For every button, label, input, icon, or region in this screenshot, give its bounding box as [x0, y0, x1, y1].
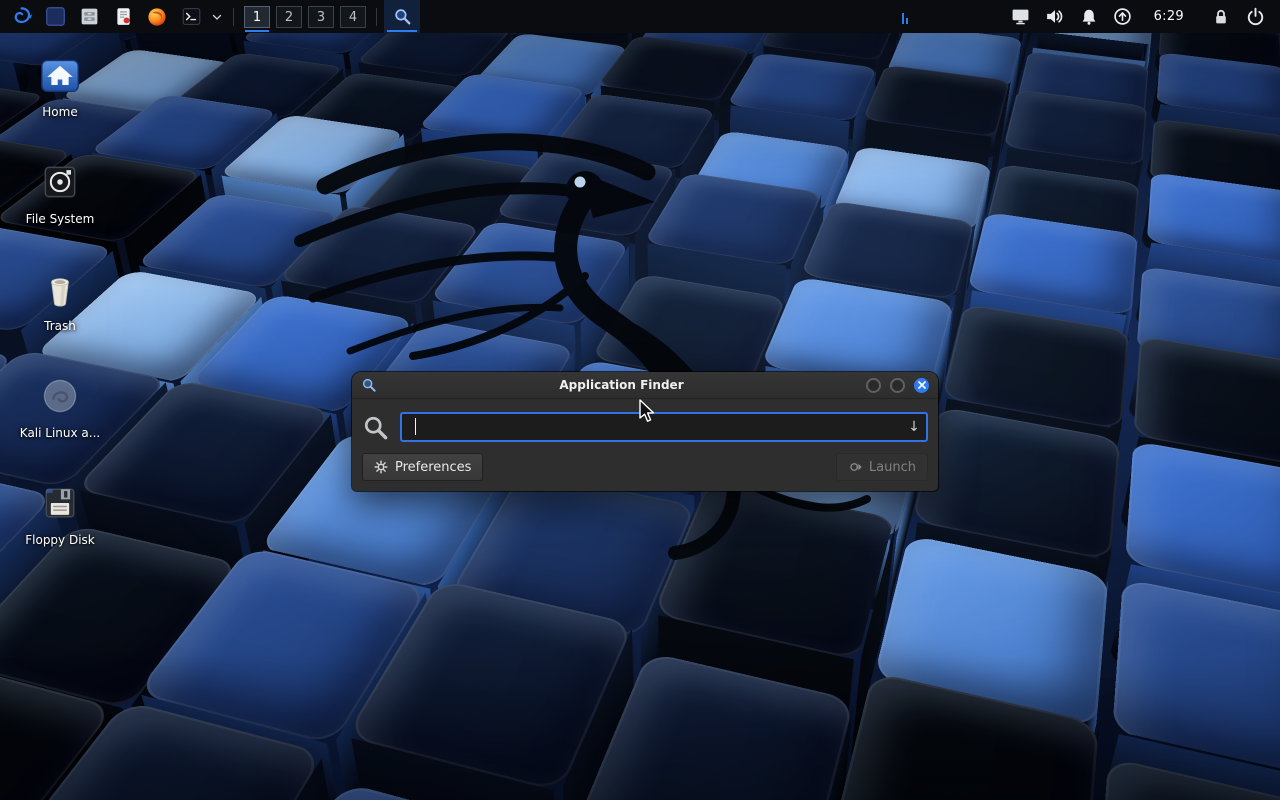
kali-menu-button[interactable] — [4, 0, 38, 33]
launcher-text-editor[interactable] — [106, 0, 140, 33]
desktop-icon-kali-linux[interactable]: Kali Linux a... — [12, 373, 108, 471]
update-arrow-icon — [1113, 7, 1132, 26]
terminal-icon — [181, 6, 202, 27]
workspace-3[interactable]: 3 — [305, 0, 337, 33]
updates-tray-icon[interactable] — [1106, 0, 1140, 33]
hard-disk-icon — [37, 159, 83, 205]
workspace-2-label: 2 — [276, 6, 302, 28]
text-editor-icon — [113, 6, 134, 27]
kali-logo-icon — [9, 4, 34, 29]
workspace-3-label: 3 — [308, 6, 334, 28]
launch-button[interactable]: Launch — [836, 453, 928, 481]
desktop-icon-label: File System — [26, 212, 95, 226]
pinned-app-icon — [45, 6, 66, 27]
desktop-icon-label: Home — [42, 105, 77, 119]
bell-icon — [1080, 8, 1098, 26]
desktop-icon-label: Floppy Disk — [25, 533, 95, 547]
logout-button[interactable] — [1238, 7, 1272, 26]
system-load-graph[interactable] — [902, 10, 908, 24]
launcher-file-manager[interactable] — [72, 0, 106, 33]
display-settings-tray-icon[interactable] — [1004, 0, 1038, 33]
window-titlebar[interactable]: Application Finder — [352, 372, 938, 399]
desktop-icon-floppy-disk[interactable]: Floppy Disk — [12, 480, 108, 578]
wallpaper-cube — [1113, 578, 1280, 787]
preferences-label: Preferences — [395, 460, 471, 475]
clock[interactable]: 6:29 — [1140, 9, 1198, 24]
close-button[interactable] — [914, 378, 929, 393]
wallpaper-cube — [1147, 172, 1280, 265]
launcher-pinned-app[interactable] — [38, 0, 72, 33]
wallpaper-cube — [1125, 441, 1280, 606]
maximize-button[interactable] — [890, 378, 905, 393]
panel-right: 6:29 — [902, 0, 1276, 33]
window-controls — [866, 378, 929, 393]
close-icon — [918, 381, 926, 389]
terminal-dropdown-button[interactable] — [208, 0, 226, 33]
session-controls — [1204, 7, 1272, 26]
panel-separator — [376, 8, 377, 26]
entry-dropdown-arrow[interactable]: ↓ — [902, 414, 926, 440]
desktop-icon-trash[interactable]: Trash — [12, 266, 108, 364]
power-icon — [1246, 7, 1265, 26]
launch-label: Launch — [869, 460, 916, 475]
kali-dragon-logo — [255, 46, 925, 606]
button-row: Preferences Launch — [362, 453, 928, 481]
desktop-icon-file-system[interactable]: File System — [12, 159, 108, 257]
file-manager-icon — [79, 6, 100, 27]
lock-icon — [1212, 8, 1230, 26]
workspace-2[interactable]: 2 — [273, 0, 305, 33]
workspace-4[interactable]: 4 — [337, 0, 369, 33]
application-finder-window: Application Finder ↓ — [352, 372, 938, 491]
preferences-button[interactable]: Preferences — [362, 453, 483, 481]
window-magnifier-icon — [361, 377, 377, 393]
chevron-down-icon — [211, 11, 223, 23]
kali-docs-icon — [37, 373, 83, 419]
panel-left: 1 2 3 4 — [4, 0, 420, 33]
trash-bin-icon — [37, 266, 83, 312]
launcher-firefox[interactable] — [140, 0, 174, 33]
search-entry: ↓ — [400, 412, 928, 442]
volume-tray-icon[interactable] — [1038, 0, 1072, 33]
display-icon — [1011, 7, 1030, 26]
load-bar — [906, 18, 908, 24]
workspace-1-label: 1 — [244, 6, 270, 28]
minimize-button[interactable] — [866, 378, 881, 393]
panel-separator — [233, 8, 234, 26]
desktop-icon-home[interactable]: Home — [12, 52, 108, 150]
desktop-icon-label: Trash — [44, 319, 76, 333]
gear-icon — [374, 460, 388, 474]
speaker-icon — [1045, 7, 1064, 26]
lock-screen-button[interactable] — [1204, 8, 1238, 26]
window-title: Application Finder — [385, 378, 858, 392]
firefox-icon — [146, 6, 168, 28]
mouse-cursor — [636, 398, 656, 424]
app-finder-taskbar-icon — [393, 7, 412, 26]
taskbar-application-finder[interactable] — [384, 0, 420, 33]
workspace-1[interactable]: 1 — [241, 0, 273, 33]
notifications-tray-icon[interactable] — [1072, 0, 1106, 33]
launch-icon — [848, 460, 862, 474]
load-bar — [902, 13, 904, 24]
top-panel: 1 2 3 4 — [0, 0, 1280, 33]
desktop-icon-label: Kali Linux a... — [20, 426, 100, 440]
search-icon — [362, 414, 389, 441]
home-folder-icon — [37, 52, 83, 98]
floppy-disk-icon — [37, 480, 83, 526]
text-caret — [415, 418, 416, 435]
workspace-4-label: 4 — [340, 6, 366, 28]
launcher-terminal[interactable] — [174, 0, 208, 33]
